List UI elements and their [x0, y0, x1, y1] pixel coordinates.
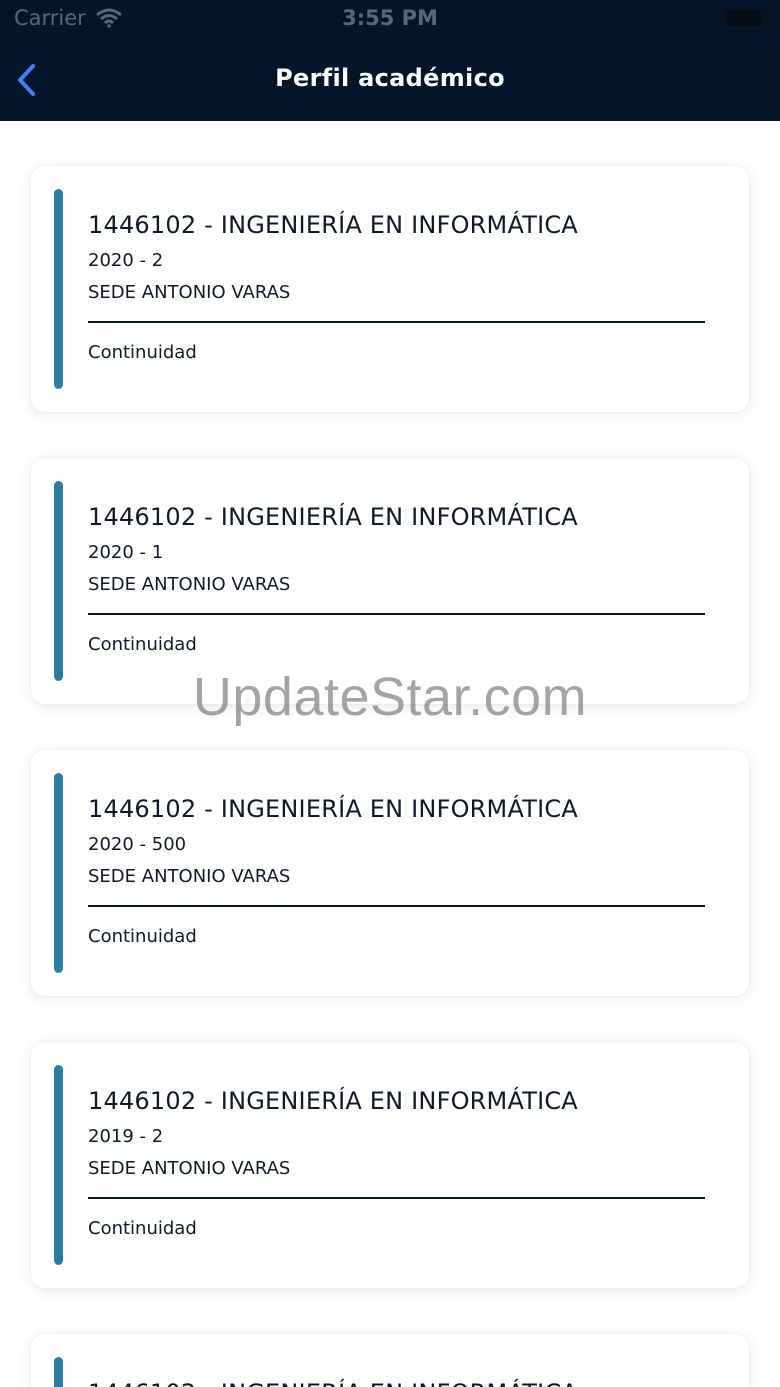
- campus-name: SEDE ANTONIO VARAS: [88, 574, 291, 595]
- academic-period: 2020 - 500: [88, 834, 187, 855]
- academic-profile-card[interactable]: 1446102 - INGENIERÍA EN INFORMÁTICA 2019…: [31, 1042, 749, 1288]
- program-title: 1446102 - INGENIERÍA EN INFORMÁTICA: [88, 1087, 578, 1115]
- status-time: 3:55 PM: [342, 6, 438, 30]
- academic-profile-card[interactable]: 1446102 - INGENIERÍA EN INFORMÁTICA 2020…: [31, 750, 749, 996]
- battery-icon: [725, 10, 761, 26]
- academic-profile-card[interactable]: 1446102 - INGENIERÍA EN INFORMÁTICA 2020…: [31, 166, 749, 412]
- enrollment-status: Continuidad: [88, 342, 197, 363]
- card-divider: [88, 905, 705, 907]
- campus-name: SEDE ANTONIO VARAS: [88, 282, 291, 303]
- enrollment-status: Continuidad: [88, 926, 197, 947]
- card-divider: [88, 321, 705, 323]
- navigation-bar: Carrier 3:55 PM Perfil académico: [0, 0, 780, 121]
- academic-profile-card[interactable]: 1446102 - INGENIERÍA EN INFORMÁTICA: [31, 1334, 749, 1387]
- card-accent-bar: [54, 189, 63, 389]
- academic-period: 2020 - 1: [88, 542, 164, 563]
- card-accent-bar: [54, 773, 63, 973]
- program-title: 1446102 - INGENIERÍA EN INFORMÁTICA: [88, 211, 578, 239]
- academic-period: 2020 - 2: [88, 250, 164, 271]
- card-accent-bar: [54, 481, 63, 681]
- campus-name: SEDE ANTONIO VARAS: [88, 1158, 291, 1179]
- card-divider: [88, 1197, 705, 1199]
- enrollment-status: Continuidad: [88, 634, 197, 655]
- card-accent-bar: [54, 1357, 63, 1387]
- campus-name: SEDE ANTONIO VARAS: [88, 866, 291, 887]
- page-title: Perfil académico: [275, 64, 505, 92]
- program-title: 1446102 - INGENIERÍA EN INFORMÁTICA: [88, 795, 578, 823]
- academic-period: 2019 - 2: [88, 1126, 164, 1147]
- enrollment-status: Continuidad: [88, 1218, 197, 1239]
- academic-profile-card[interactable]: 1446102 - INGENIERÍA EN INFORMÁTICA 2020…: [31, 458, 749, 704]
- program-title: 1446102 - INGENIERÍA EN INFORMÁTICA: [88, 1379, 578, 1387]
- program-title: 1446102 - INGENIERÍA EN INFORMÁTICA: [88, 503, 578, 531]
- card-accent-bar: [54, 1065, 63, 1265]
- card-divider: [88, 613, 705, 615]
